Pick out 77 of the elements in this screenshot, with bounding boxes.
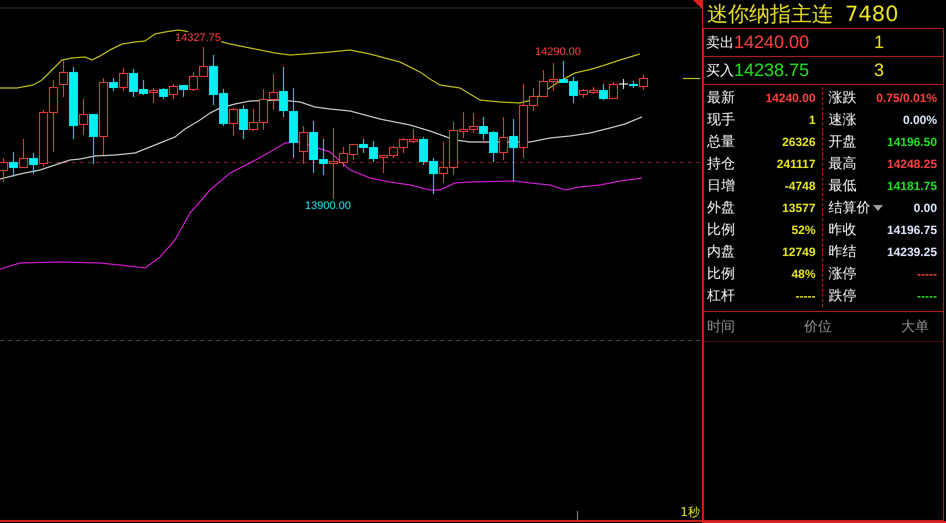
stat-label: 最新 xyxy=(707,89,735,107)
stat-value: 26326 xyxy=(782,135,816,149)
stat-label: 现手 xyxy=(707,111,735,129)
stat-label: 内盘 xyxy=(707,243,735,261)
candlestick xyxy=(9,152,18,178)
candlestick xyxy=(399,138,408,154)
stat-label: 跌停 xyxy=(828,287,856,305)
quote-volume: 1 xyxy=(874,32,884,53)
stat-label: 比例 xyxy=(707,265,735,283)
stat-label: 速涨 xyxy=(828,111,856,129)
stat-value: 0.75/0.01% xyxy=(876,91,937,105)
candlestick xyxy=(279,66,288,118)
stat-label: 持仓 xyxy=(707,155,735,173)
stat-label: 外盘 xyxy=(707,199,735,217)
price-annotation: 14290.00 xyxy=(535,46,581,58)
stat-value: ----- xyxy=(796,289,816,303)
stat-label: 比例 xyxy=(707,221,735,239)
column-header: 价位 xyxy=(804,318,832,336)
stat-value: 52% xyxy=(791,223,816,237)
stat-label: 日增 xyxy=(707,177,735,195)
stat-value: 14239.25 xyxy=(886,245,937,259)
stat-label: 最高 xyxy=(828,155,856,173)
column-header: 大单 xyxy=(901,318,929,336)
stat-label: 昨结 xyxy=(828,243,856,261)
stat-value: 1 xyxy=(808,113,816,127)
stat-value: 48% xyxy=(791,267,816,281)
candlestick xyxy=(269,74,278,110)
quote-price: 14238.75 xyxy=(734,60,810,81)
time-tick-mark xyxy=(577,510,578,520)
refresh-interval: 1秒 xyxy=(680,504,700,521)
stat-label[interactable]: 结算价 xyxy=(828,199,882,217)
stat-value: 241117 xyxy=(776,157,816,171)
quote-price: 14240.00 xyxy=(734,32,810,53)
stat-label: 最低 xyxy=(828,177,856,195)
stat-label: 开盘 xyxy=(828,133,856,151)
stat-label: 杠杆 xyxy=(707,287,735,305)
instrument-name: 迷你纳指主连 xyxy=(707,1,833,28)
candlestick xyxy=(489,130,498,162)
candlestick xyxy=(159,88,168,100)
stat-value: 0.00 xyxy=(914,201,937,215)
quote-label: 卖出 xyxy=(706,34,734,52)
candlestick xyxy=(219,88,228,126)
stat-value: ----- xyxy=(917,289,937,303)
price-annotation: 14327.75 xyxy=(175,32,221,44)
stat-value: 12749 xyxy=(782,245,816,259)
current-price-marker xyxy=(682,78,700,79)
candlestick xyxy=(549,62,558,92)
candlestick xyxy=(149,88,158,104)
stat-value: 14240.00 xyxy=(765,91,816,105)
stat-value: 14248.25 xyxy=(886,157,937,171)
stat-value: 14196.75 xyxy=(886,223,937,237)
stat-value: 13577 xyxy=(782,201,816,215)
candlestick xyxy=(169,84,178,100)
dropdown-caret-icon[interactable] xyxy=(872,205,882,212)
column-header: 时间 xyxy=(707,318,735,336)
stat-value: 0.00% xyxy=(902,113,937,127)
candlestick xyxy=(19,138,28,168)
stat-value: ----- xyxy=(917,267,937,281)
quote-volume: 3 xyxy=(874,60,884,81)
candlestick xyxy=(439,142,448,184)
price-annotation: 13900.00 xyxy=(305,200,351,212)
stat-label: 昨收 xyxy=(828,221,856,239)
candlestick xyxy=(479,116,488,140)
stat-value: 14196.50 xyxy=(886,135,937,149)
stat-label: 涨跌 xyxy=(828,89,856,107)
candlestick xyxy=(469,112,478,134)
stat-label: 涨停 xyxy=(828,265,856,283)
quote-label: 买入 xyxy=(706,62,734,80)
candlestick xyxy=(539,70,548,98)
instrument-code: 7480 xyxy=(845,2,898,26)
stat-value: -4748 xyxy=(784,179,816,193)
stat-value: 14181.75 xyxy=(886,179,937,193)
candlestick xyxy=(429,158,438,194)
stat-label: 总量 xyxy=(707,133,735,151)
candlestick xyxy=(559,60,568,83)
candlestick xyxy=(349,144,358,160)
candlestick xyxy=(229,108,238,136)
